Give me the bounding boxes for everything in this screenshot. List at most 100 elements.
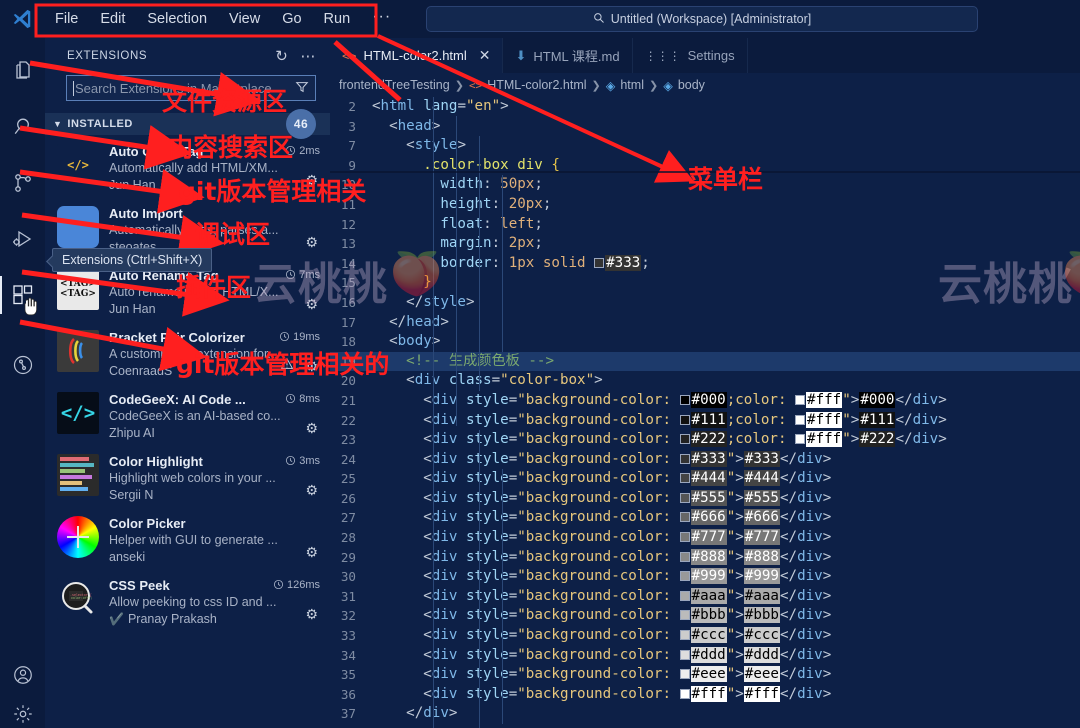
list-item[interactable]: .selector { color:#fff; CSS Peek 126ms A…	[45, 569, 330, 631]
code-line[interactable]: 7 <style>	[330, 136, 1080, 156]
code-line[interactable]: 36 <div style="background-color: #fff">#…	[330, 685, 1080, 705]
line-number: 19	[340, 353, 356, 369]
gear-icon[interactable]: ⚙	[305, 234, 318, 251]
list-item[interactable]: <TAG> <TAG> Auto Rename Tag 7ms Auto ren…	[45, 259, 330, 321]
menu-go[interactable]: Go	[271, 6, 312, 32]
menu-bar[interactable]: File Edit Selection View Go Run ···	[44, 0, 402, 38]
extension-name: Color Picker	[109, 516, 186, 531]
search-extensions-input[interactable]: Search Extensions in Marketplace	[66, 75, 316, 101]
code-line[interactable]: 29 <div style="background-color: #888">#…	[330, 548, 1080, 568]
code-line[interactable]: 10 width: 50px;	[330, 175, 1080, 195]
code-line[interactable]: 28 <div style="background-color: #777">#…	[330, 528, 1080, 548]
auto-import-icon	[57, 206, 99, 248]
gear-icon[interactable]: ⚙	[305, 420, 318, 437]
breadcrumb-symbol-body[interactable]: body	[678, 78, 705, 92]
source-control-icon[interactable]	[0, 158, 45, 208]
menu-run[interactable]: Run	[313, 6, 362, 32]
line-number: 21	[340, 392, 356, 408]
code-line[interactable]: 31 <div style="background-color: #aaa">#…	[330, 587, 1080, 607]
extensions-list: </> Auto Close Tag 2ms Automatically add…	[45, 135, 330, 631]
menu-file[interactable]: File	[44, 6, 89, 32]
code-line[interactable]: 27 <div style="background-color: #666">#…	[330, 508, 1080, 528]
code-line[interactable]: 21 <div style="background-color: #000;co…	[330, 391, 1080, 411]
settings-gear-icon[interactable]	[0, 700, 45, 728]
code-line[interactable]: 3 <head>	[330, 117, 1080, 137]
list-item[interactable]: Auto Import Automatically finds, parses …	[45, 197, 330, 259]
code-line[interactable]: 16 </style>	[330, 293, 1080, 313]
tab-html-color2[interactable]: <> HTML-color2.html ✕	[330, 38, 504, 73]
code-line[interactable]: 30 <div style="background-color: #999">#…	[330, 567, 1080, 587]
menu-view[interactable]: View	[218, 6, 271, 32]
gear-icon[interactable]: ⚙	[305, 482, 318, 499]
menu-edit[interactable]: Edit	[89, 6, 136, 32]
gear-icon[interactable]: ⚙	[305, 606, 318, 623]
more-actions-icon[interactable]: ⋯	[300, 47, 316, 65]
breadcrumb-folder[interactable]: frontendTreeTesting	[339, 78, 450, 92]
clock-icon	[286, 269, 296, 280]
code-line[interactable]: 15 }	[330, 273, 1080, 293]
gear-icon[interactable]: ⚙	[305, 358, 318, 375]
code-line[interactable]: 9 .color-box div {	[330, 156, 1080, 176]
filter-icon[interactable]	[295, 80, 309, 97]
code-line[interactable]: 13 margin: 2px;	[330, 234, 1080, 254]
search-icon[interactable]	[0, 102, 45, 152]
line-number: 15	[340, 275, 356, 291]
extensions-sidebar: EXTENSIONS ↻ ⋯ Search Extensions in Mark…	[45, 38, 330, 728]
explorer-icon[interactable]	[0, 46, 45, 96]
code-line[interactable]: 12 float: left;	[330, 215, 1080, 235]
warning-icon[interactable]	[280, 357, 294, 374]
code-line[interactable]: 24 <div style="background-color: #333">#…	[330, 450, 1080, 470]
gear-icon[interactable]: ⚙	[305, 544, 318, 561]
code-line[interactable]: 22 <div style="background-color: #111;co…	[330, 411, 1080, 431]
code-line[interactable]: 25 <div style="background-color: #444">#…	[330, 469, 1080, 489]
account-icon[interactable]	[0, 650, 45, 700]
code-line[interactable]: 23 <div style="background-color: #222;co…	[330, 430, 1080, 450]
code-line[interactable]: 19 <!-- 生成颜色板 -->	[330, 351, 1080, 372]
line-number: 9	[348, 157, 356, 173]
extension-name: Auto Import	[109, 206, 183, 221]
code-line[interactable]: 11 height: 20px;	[330, 195, 1080, 215]
code-line[interactable]: 32 <div style="background-color: #bbb">#…	[330, 606, 1080, 626]
extension-name: CSS Peek	[109, 578, 170, 593]
extension-publisher: steoates	[109, 240, 157, 254]
code-line[interactable]: 2 <html lang="en">	[330, 97, 1080, 117]
code-line[interactable]: 18 <body>	[330, 332, 1080, 352]
breadcrumb-file[interactable]: HTML-color2.html	[487, 78, 586, 92]
list-item[interactable]: </> Auto Close Tag 2ms Automatically add…	[45, 135, 330, 197]
mouse-cursor-icon	[22, 296, 38, 322]
command-center[interactable]: Untitled (Workspace) [Administrator]	[426, 6, 978, 32]
breadcrumb-symbol-html[interactable]: html	[620, 78, 644, 92]
tab-html-course-md[interactable]: ⬇ HTML 课程.md	[503, 38, 633, 73]
command-center-text: Untitled (Workspace) [Administrator]	[610, 12, 812, 26]
menu-more[interactable]: ···	[361, 8, 402, 30]
code-line[interactable]: 35 <div style="background-color: #eee">#…	[330, 665, 1080, 685]
extension-description: Helper with GUI to generate ...	[109, 533, 278, 547]
installed-section-header[interactable]: ▼ INSTALLED 46	[45, 109, 330, 139]
menu-selection[interactable]: Selection	[136, 6, 218, 32]
close-icon[interactable]: ✕	[479, 47, 491, 64]
list-item[interactable]: </> CodeGeeX: AI Code ... 8ms CodeGeeX i…	[45, 383, 330, 445]
testing-icon[interactable]	[0, 340, 45, 390]
code-line[interactable]: 14 border: 1px solid #333;	[330, 254, 1080, 274]
code-editor[interactable]: 2 <html lang="en"> 3 <head> 7 <style> 9 .col…	[330, 97, 1080, 728]
extensions-icon[interactable]	[0, 270, 45, 320]
list-item[interactable]: Color Picker Helper with GUI to generate…	[45, 507, 330, 569]
tab-settings[interactable]: ⋮⋮⋮ Settings	[632, 38, 748, 73]
code-text: <html lang="en">	[372, 98, 509, 114]
line-number: 30	[340, 569, 356, 585]
code-line[interactable]: 17 </head>	[330, 313, 1080, 333]
gear-icon[interactable]: ⚙	[305, 172, 318, 189]
code-line[interactable]: 34 <div style="background-color: #ddd">#…	[330, 646, 1080, 666]
code-line[interactable]: 33 <div style="background-color: #ccc">#…	[330, 626, 1080, 646]
code-line[interactable]: 37 </div>	[330, 704, 1080, 724]
list-item[interactable]: Color Highlight 3ms Highlight web colors…	[45, 445, 330, 507]
code-line[interactable]: 26 <div style="background-color: #555">#…	[330, 489, 1080, 509]
extension-publisher: Sergii N	[109, 488, 154, 502]
chevron-right-icon: ❯	[591, 79, 601, 92]
refresh-icon[interactable]: ↻	[275, 47, 288, 65]
line-number: 20	[340, 373, 356, 389]
gear-icon[interactable]: ⚙	[305, 296, 318, 313]
code-line[interactable]: 20 <div class="color-box">	[330, 371, 1080, 391]
list-item[interactable]: Bracket Pair Colorizer 19ms A customizab…	[45, 321, 330, 383]
run-debug-icon[interactable]	[0, 214, 45, 264]
